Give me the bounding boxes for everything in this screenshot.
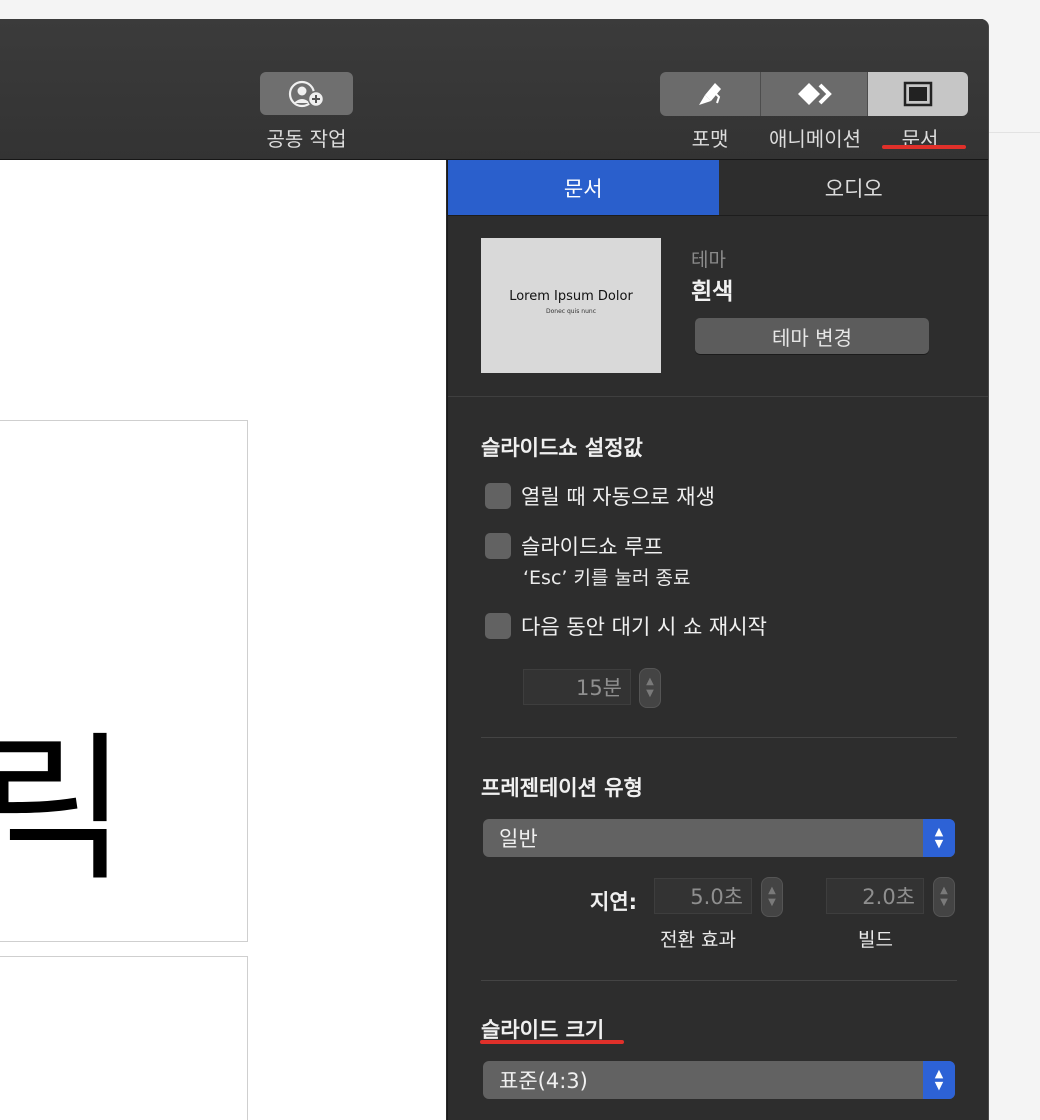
divider [481,980,957,981]
restart-delay-field[interactable]: 15분 [523,669,631,705]
stepper-down-icon: ▼ [940,897,948,908]
slide-size-highlight [480,1040,624,1044]
collaborate-label: 공동 작업 [266,127,347,151]
theme-thumbnail: Lorem Ipsum Dolor Donec quis nunc [481,238,661,373]
document-inspector: 문서 오디오 Lorem Ipsum Dolor Donec quis nunc… [447,160,989,1120]
stepper-up-icon: ▲ [646,676,654,687]
popup-arrows-icon: ▲ ▼ [923,1061,955,1099]
transition-delay-field[interactable]: 5.0초 [654,878,752,914]
divider [448,396,988,397]
tab-document[interactable]: 문서 [448,160,719,215]
inspector-tabs: 문서 오디오 [448,160,989,216]
slide-size-value: 표준(4:3) [499,1069,588,1093]
loop-option[interactable]: 슬라이드쇼 루프 [485,531,663,561]
theme-thumbnail-subtitle: Donec quis nunc [545,308,596,315]
autoplay-option[interactable]: 열릴 때 자동으로 재생 [485,481,715,511]
build-delay-stepper[interactable]: ▲ ▼ [933,877,955,917]
animate-label: 애니메이션 [769,127,861,151]
slide-size-popup[interactable]: 표준(4:3) ▲ ▼ [483,1061,955,1099]
restart-delay-stepper[interactable]: ▲ ▼ [639,668,661,708]
delay-label: 지연: [590,890,638,914]
loop-checkbox[interactable] [485,533,511,559]
stepper-down-icon: ▼ [646,688,654,699]
presentation-type-heading: 프레젠테이션 유형 [481,776,643,800]
theme-thumbnail-title: Lorem Ipsum Dolor [509,289,633,304]
format-button[interactable] [660,72,761,116]
stepper-up-icon: ▲ [940,885,948,896]
document-icon [903,81,933,107]
restart-label: 다음 동안 대기 시 쇼 재시작 [521,615,767,639]
slideshow-settings-heading: 슬라이드쇼 설정값 [481,436,643,460]
transition-delay-stepper[interactable]: ▲ ▼ [761,877,783,917]
slide-text: 릭 [0,730,127,890]
document-label-highlight [882,145,966,149]
document-button[interactable] [868,72,968,116]
divider [481,737,957,738]
change-theme-button[interactable]: 테마 변경 [695,318,929,354]
stepper-up-icon: ▲ [768,885,776,896]
autoplay-checkbox[interactable] [485,483,511,509]
animate-diamond-icon [798,83,832,105]
theme-name: 흰색 [691,279,734,305]
collaborate-icon [288,80,324,107]
collaborate-button[interactable] [260,72,353,115]
loop-hint: ‘Esc’ 키를 눌러 종료 [523,567,691,589]
restart-option[interactable]: 다음 동안 대기 시 쇼 재시작 [485,611,767,641]
transition-label: 전환 효과 [660,929,736,951]
loop-label: 슬라이드쇼 루프 [521,535,663,559]
background-divider [988,132,1040,133]
build-label: 빌드 [858,929,893,951]
popup-arrows-icon: ▲ ▼ [923,819,955,857]
presentation-type-popup[interactable]: 일반 ▲ ▼ [483,819,955,857]
format-label: 포맷 [691,127,729,151]
slide-canvas[interactable]: 릭 [0,160,446,1120]
toolbar: 공동 작업 포맷 애니메이션 문서 [0,19,988,160]
build-delay-field[interactable]: 2.0초 [826,878,924,914]
tab-audio[interactable]: 오디오 [719,160,989,215]
restart-checkbox[interactable] [485,613,511,639]
presentation-type-value: 일반 [499,827,538,851]
animate-button[interactable] [761,72,868,116]
stepper-down-icon: ▼ [768,897,776,908]
inspector-segmented-control [660,72,968,116]
paintbrush-icon [699,83,721,105]
theme-label: 테마 [691,249,726,271]
keynote-window: 공동 작업 포맷 애니메이션 문서 문서 오디오 Lorem Ipsum Dol… [0,19,989,1120]
slide-thumbnail[interactable] [0,956,248,1120]
autoplay-label: 열릴 때 자동으로 재생 [521,485,715,509]
